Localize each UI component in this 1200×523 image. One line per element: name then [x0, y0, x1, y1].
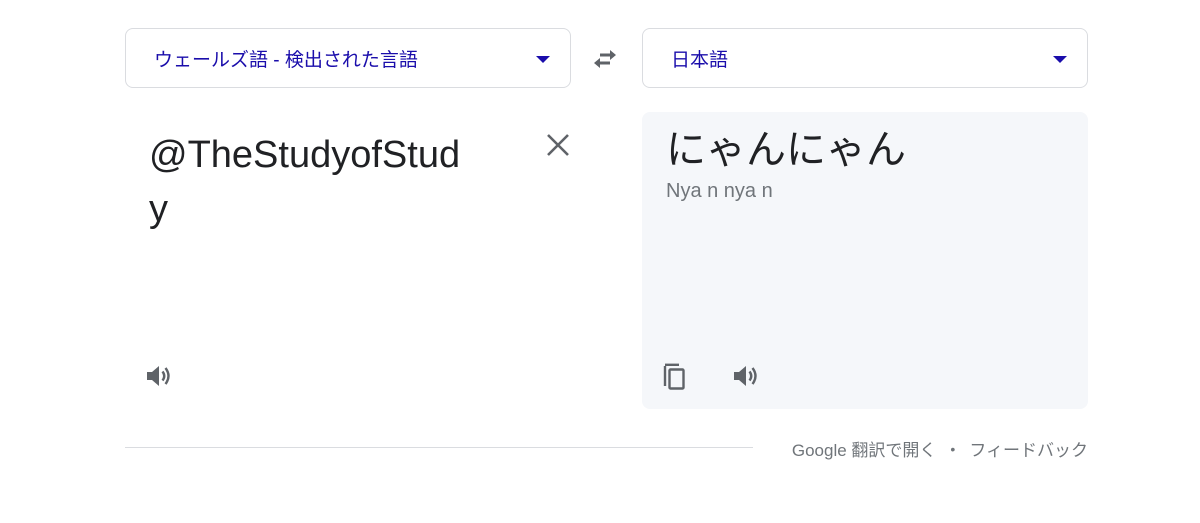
open-in-translate-link[interactable]: Google 翻訳で開く — [792, 436, 937, 461]
footer-separator: • — [950, 440, 956, 457]
translate-widget: ウェールズ語 - 検出された言語 日本語 @TheStudyofStudy にゃ… — [0, 0, 1200, 523]
caret-down-icon — [536, 56, 550, 63]
speaker-icon — [147, 366, 170, 386]
swap-languages-button[interactable] — [588, 44, 622, 74]
caret-down-icon — [1053, 56, 1067, 63]
romanization-text: Nya n nya n — [666, 180, 773, 202]
swap-arrows-icon — [594, 50, 616, 68]
close-icon — [547, 134, 569, 156]
source-text-pane: @TheStudyofStudy — [125, 112, 571, 409]
listen-source-button[interactable] — [143, 360, 175, 392]
speaker-icon — [734, 366, 757, 386]
source-language-select[interactable]: ウェールズ語 - 検出された言語 — [125, 28, 571, 88]
target-language-select[interactable]: 日本語 — [642, 28, 1088, 88]
copy-icon — [663, 363, 685, 390]
footer-divider — [125, 447, 753, 448]
source-language-label: ウェールズ語 - 検出された言語 — [154, 49, 418, 71]
translation-pane: にゃんにゃん Nya n nya n — [642, 112, 1088, 409]
footer-links: Google 翻訳で開く • フィードバック — [792, 436, 1088, 461]
listen-translation-button[interactable] — [730, 360, 762, 392]
target-language-label: 日本語 — [671, 49, 729, 71]
clear-source-button[interactable] — [543, 130, 573, 160]
translation-text: にゃんにゃん — [666, 127, 906, 173]
source-text-input[interactable]: @TheStudyofStudy — [149, 128, 479, 236]
copy-translation-button[interactable] — [659, 360, 691, 392]
feedback-link[interactable]: フィードバック — [969, 436, 1088, 461]
